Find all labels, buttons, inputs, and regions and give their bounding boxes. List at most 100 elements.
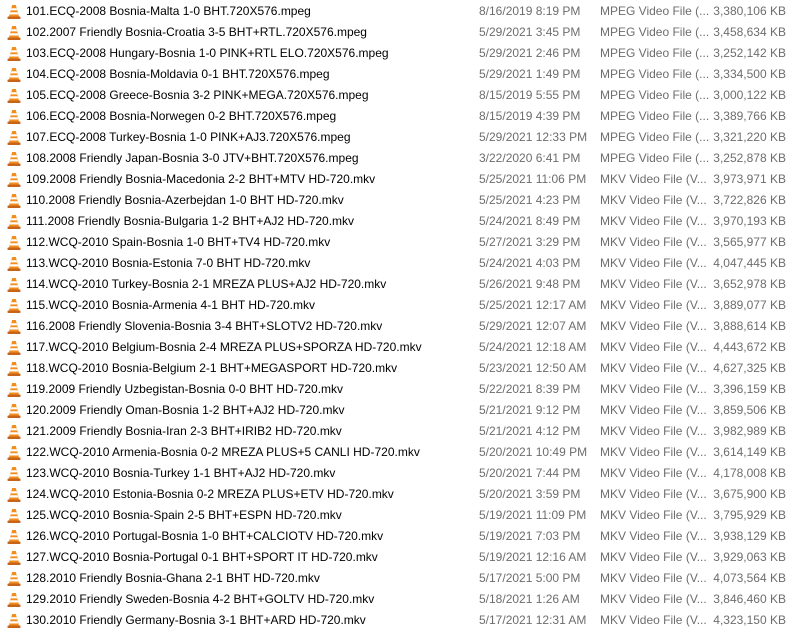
file-row[interactable]: 106.ECQ-2008 Bosnia-Norwegen 0-2 BHT.720… [0,106,801,127]
file-name: 127.WCQ-2010 Bosnia-Portugal 0-1 BHT+SPO… [26,550,378,564]
file-type: MKV Video File (V... [600,529,707,543]
file-row[interactable]: 110.2008 Friendly Bosnia-Azerbejdan 1-0 … [0,190,801,211]
file-size: 3,982,989 KB [713,424,786,438]
file-type: MKV Video File (V... [600,592,707,606]
file-row[interactable]: 114.WCQ-2010 Turkey-Bosnia 2-1 MREZA PLU… [0,274,801,295]
vlc-cone-icon [6,529,22,545]
file-size: 4,178,008 KB [713,466,786,480]
file-row[interactable]: 130.2010 Friendly Germany-Bosnia 3-1 BHT… [0,610,801,631]
file-size: 4,323,150 KB [713,613,786,627]
date-modified: 5/24/2021 4:03 PM [479,256,581,270]
file-size: 3,888,614 KB [713,319,786,333]
file-row[interactable]: 124.WCQ-2010 Estonia-Bosnia 0-2 MREZA PL… [0,484,801,505]
file-size: 4,047,445 KB [713,256,786,270]
vlc-cone-icon [6,67,22,83]
file-type: MKV Video File (V... [600,403,707,417]
file-row[interactable]: 129.2010 Friendly Sweden-Bosnia 4-2 BHT+… [0,589,801,610]
file-row[interactable]: 126.WCQ-2010 Portugal-Bosnia 1-0 BHT+CAL… [0,526,801,547]
file-size: 3,722,826 KB [713,193,786,207]
file-name: 118.WCQ-2010 Bosnia-Belgium 2-1 BHT+MEGA… [26,361,398,375]
file-type: MKV Video File (V... [600,613,707,627]
vlc-cone-icon [6,508,22,524]
file-type: MKV Video File (V... [600,361,707,375]
file-row[interactable]: 107.ECQ-2008 Turkey-Bosnia 1-0 PINK+AJ3.… [0,127,801,148]
file-row[interactable]: 123.WCQ-2010 Bosnia-Turkey 1-1 BHT+AJ2 H… [0,463,801,484]
file-row[interactable]: 108.2008 Friendly Japan-Bosnia 3-0 JTV+B… [0,148,801,169]
date-modified: 5/29/2021 12:33 PM [479,130,588,144]
file-name: 117.WCQ-2010 Belgium-Bosnia 2-4 MREZA PL… [26,340,422,354]
file-type: MKV Video File (V... [600,172,707,186]
file-row[interactable]: 119.2009 Friendly Uzbegistan-Bosnia 0-0 … [0,379,801,400]
date-modified: 5/23/2021 12:50 AM [479,361,587,375]
file-row[interactable]: 102.2007 Friendly Bosnia-Croatia 3-5 BHT… [0,22,801,43]
file-size: 3,652,978 KB [713,277,786,291]
vlc-cone-icon [6,130,22,146]
vlc-cone-icon [6,403,22,419]
file-type: MKV Video File (V... [600,424,707,438]
file-name: 108.2008 Friendly Japan-Bosnia 3-0 JTV+B… [26,151,359,165]
file-type: MKV Video File (V... [600,466,707,480]
file-type: MKV Video File (V... [600,319,707,333]
file-name: 105.ECQ-2008 Greece-Bosnia 3-2 PINK+MEGA… [26,88,369,102]
vlc-cone-icon [6,193,22,209]
file-row[interactable]: 120.2009 Friendly Oman-Bosnia 1-2 BHT+AJ… [0,400,801,421]
file-type: MPEG Video File (... [600,88,710,102]
file-row[interactable]: 113.WCQ-2010 Bosnia-Estonia 7-0 BHT HD-7… [0,253,801,274]
date-modified: 5/29/2021 1:49 PM [479,67,581,81]
file-row[interactable]: 101.ECQ-2008 Bosnia-Malta 1-0 BHT.720X57… [0,1,801,22]
date-modified: 5/17/2021 5:00 PM [479,571,581,585]
file-row[interactable]: 112.WCQ-2010 Spain-Bosnia 1-0 BHT+TV4 HD… [0,232,801,253]
date-modified: 5/24/2021 12:18 AM [479,340,587,354]
date-modified: 5/21/2021 4:12 PM [479,424,581,438]
file-name: 112.WCQ-2010 Spain-Bosnia 1-0 BHT+TV4 HD… [26,235,331,249]
file-size: 3,675,900 KB [713,487,786,501]
vlc-cone-icon [6,214,22,230]
file-size: 3,565,977 KB [713,235,786,249]
file-size: 3,846,460 KB [713,592,786,606]
file-type: MKV Video File (V... [600,508,707,522]
file-type: MPEG Video File (... [600,67,710,81]
file-size: 3,252,142 KB [713,46,786,60]
file-row[interactable]: 109.2008 Friendly Bosnia-Macedonia 2-2 B… [0,169,801,190]
file-row[interactable]: 105.ECQ-2008 Greece-Bosnia 3-2 PINK+MEGA… [0,85,801,106]
file-size: 3,458,634 KB [713,25,786,39]
file-size: 3,614,149 KB [713,445,786,459]
file-row[interactable]: 122.WCQ-2010 Armenia-Bosnia 0-2 MREZA PL… [0,442,801,463]
file-size: 3,389,766 KB [713,109,786,123]
file-row[interactable]: 128.2010 Friendly Bosnia-Ghana 2-1 BHT H… [0,568,801,589]
file-row[interactable]: 118.WCQ-2010 Bosnia-Belgium 2-1 BHT+MEGA… [0,358,801,379]
date-modified: 5/26/2021 9:48 PM [479,277,581,291]
date-modified: 5/29/2021 3:45 PM [479,25,581,39]
file-size: 3,889,077 KB [713,298,786,312]
date-modified: 5/29/2021 12:07 AM [479,319,587,333]
file-name: 103.ECQ-2008 Hungary-Bosnia 1-0 PINK+RTL… [26,46,389,60]
file-row[interactable]: 117.WCQ-2010 Belgium-Bosnia 2-4 MREZA PL… [0,337,801,358]
file-row[interactable]: 104.ECQ-2008 Bosnia-Moldavia 0-1 BHT.720… [0,64,801,85]
file-size: 4,443,672 KB [713,340,786,354]
file-name: 122.WCQ-2010 Armenia-Bosnia 0-2 MREZA PL… [26,445,420,459]
file-size: 3,938,129 KB [713,529,786,543]
file-size: 3,795,929 KB [713,508,786,522]
file-row[interactable]: 115.WCQ-2010 Bosnia-Armenia 4-1 BHT HD-7… [0,295,801,316]
file-size: 3,929,063 KB [713,550,786,564]
file-row[interactable]: 127.WCQ-2010 Bosnia-Portugal 0-1 BHT+SPO… [0,547,801,568]
date-modified: 8/15/2019 5:55 PM [479,88,581,102]
file-type: MPEG Video File (... [600,151,710,165]
file-size: 3,334,500 KB [713,67,786,81]
date-modified: 5/29/2021 2:46 PM [479,46,581,60]
file-row[interactable]: 121.2009 Friendly Bosnia-Iran 2-3 BHT+IR… [0,421,801,442]
file-type: MKV Video File (V... [600,298,707,312]
file-row[interactable]: 125.WCQ-2010 Bosnia-Spain 2-5 BHT+ESPN H… [0,505,801,526]
file-row[interactable]: 111.2008 Friendly Bosnia-Bulgaria 1-2 BH… [0,211,801,232]
vlc-cone-icon [6,298,22,314]
file-row[interactable]: 103.ECQ-2008 Hungary-Bosnia 1-0 PINK+RTL… [0,43,801,64]
file-type: MPEG Video File (... [600,46,710,60]
file-name: 121.2009 Friendly Bosnia-Iran 2-3 BHT+IR… [26,424,342,438]
vlc-cone-icon [6,151,22,167]
file-type: MKV Video File (V... [600,487,707,501]
file-name: 124.WCQ-2010 Estonia-Bosnia 0-2 MREZA PL… [26,487,394,501]
vlc-cone-icon [6,235,22,251]
file-type: MKV Video File (V... [600,445,707,459]
file-row[interactable]: 116.2008 Friendly Slovenia-Bosnia 3-4 BH… [0,316,801,337]
file-name: 113.WCQ-2010 Bosnia-Estonia 7-0 BHT HD-7… [26,256,311,270]
